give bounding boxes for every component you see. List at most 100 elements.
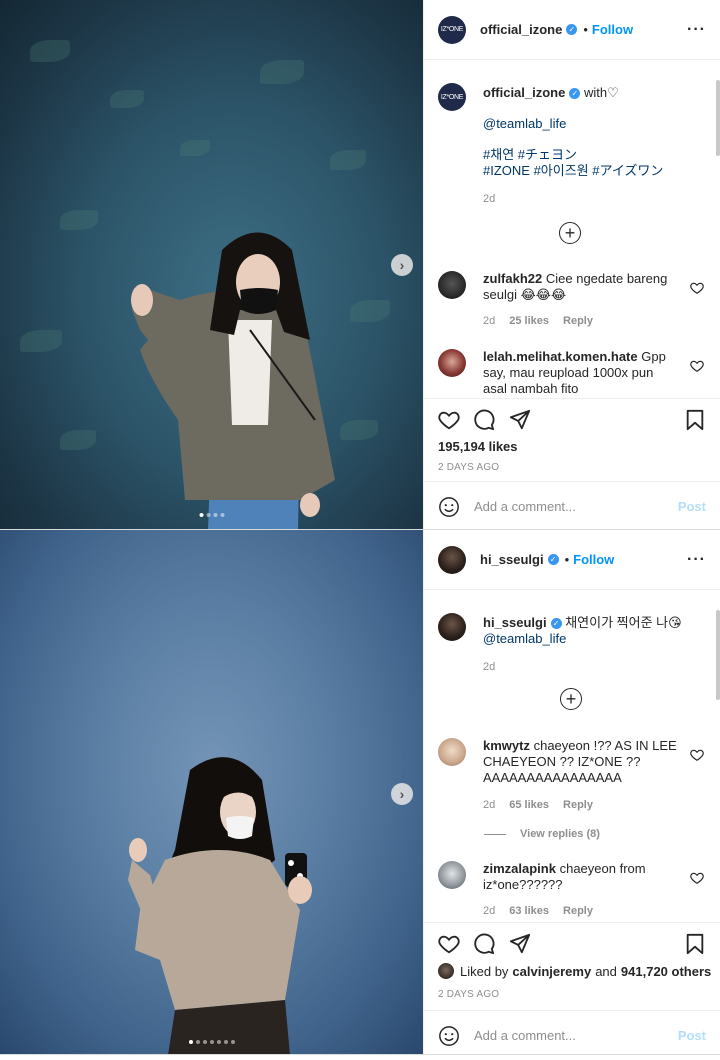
follow-button[interactable]: Follow <box>573 552 614 567</box>
separator-dot: • <box>583 22 588 37</box>
comments-list[interactable]: IZ*ONE official_izone ✓ with♡ @teamlab_li… <box>424 61 720 398</box>
heart-icon[interactable] <box>438 933 460 955</box>
add-comment-bar: Add a comment... Post <box>424 1010 720 1060</box>
comment-text: zimzalapink chaeyeon from iz*one?????? 2… <box>483 861 678 919</box>
avatar[interactable] <box>438 963 454 979</box>
plus-circle-icon[interactable]: + <box>560 688 582 710</box>
reply-button[interactable]: Reply <box>563 799 593 811</box>
avatar-logo-text: IZ*ONE <box>440 26 464 33</box>
mention-link[interactable]: @teamlab_life <box>483 631 703 647</box>
post-comment-button[interactable]: Post <box>678 499 706 514</box>
caption-age[interactable]: 2d <box>483 661 495 673</box>
verified-icon: ✓ <box>569 88 581 99</box>
post-sidebar: hi_sseulgi ✓ • Follow ··· hi_sseulgi ✓ 채연… <box>423 530 720 1054</box>
hashtags-line[interactable]: #IZONE #아이즈원 #アイズワン <box>483 163 703 179</box>
post-photo[interactable]: › <box>0 530 423 1054</box>
caption-username[interactable]: official_izone <box>483 85 565 100</box>
comment-likes[interactable]: 65 likes <box>509 799 549 811</box>
carousel-dot <box>199 513 203 517</box>
next-photo-button[interactable]: › <box>391 254 413 276</box>
comment-age[interactable]: 2d <box>483 799 495 811</box>
heart-outline-icon: ♡ <box>607 85 619 100</box>
separator-dot: • <box>564 552 570 567</box>
post-actions: 195,194 likes 2 DAYS AGO <box>424 398 720 480</box>
hashtags-line[interactable]: #채연 #チェヨン <box>483 147 703 163</box>
caption-body: 채연이가 찍어준 나😘 <box>565 615 682 630</box>
post-date[interactable]: 2 DAYS AGO <box>438 462 499 473</box>
avatar[interactable] <box>438 613 466 641</box>
post-sidebar: IZ*ONE official_izone ✓ • Follow ··· IZ*… <box>423 0 720 529</box>
more-icon[interactable]: ··· <box>687 21 706 39</box>
carousel-dots <box>188 1040 235 1044</box>
heart-icon[interactable] <box>690 748 704 762</box>
comment-username[interactable]: kmwytz <box>483 738 530 753</box>
liked-by-user[interactable]: calvinjeremy <box>512 964 591 979</box>
carousel-dot <box>195 1040 200 1044</box>
heart-icon[interactable] <box>690 281 704 295</box>
heart-icon[interactable] <box>438 409 460 431</box>
post-comment-button[interactable]: Post <box>678 1028 706 1043</box>
caption-text: official_izone ✓ with♡ @teamlab_life #채연 … <box>483 83 703 207</box>
avatar[interactable] <box>438 349 466 377</box>
caption-age[interactable]: 2d <box>483 193 495 205</box>
carousel-dot <box>216 1040 221 1044</box>
comment-likes[interactable]: 63 likes <box>509 905 549 917</box>
scrollbar[interactable] <box>716 80 720 156</box>
post-seulgi: › hi_sseulgi ✓ • Follow ··· hi_sseulgi ✓… <box>0 530 720 1055</box>
carousel-dot <box>213 513 217 517</box>
share-icon[interactable] <box>509 409 531 431</box>
heart-icon[interactable] <box>690 359 704 373</box>
username-link[interactable]: official_izone <box>480 22 562 37</box>
heart-icon[interactable] <box>690 871 704 885</box>
comment-username[interactable]: zimzalapink <box>483 861 556 876</box>
bookmark-icon[interactable] <box>684 409 706 431</box>
comment-age[interactable]: 2d <box>483 315 495 327</box>
caption-username[interactable]: hi_sseulgi <box>483 615 547 630</box>
avatar[interactable] <box>438 738 466 766</box>
carousel-dot <box>220 513 224 517</box>
comments-list[interactable]: hi_sseulgi ✓ 채연이가 찍어준 나😘 @teamlab_life 2d… <box>424 591 720 921</box>
carousel-dot <box>230 1040 235 1044</box>
avatar[interactable]: IZ*ONE <box>438 15 466 44</box>
comment-username[interactable]: lelah.melihat.komen.hate <box>483 349 638 364</box>
chevron-right-icon: › <box>399 786 405 802</box>
share-icon[interactable] <box>509 933 531 955</box>
next-photo-button[interactable]: › <box>391 783 413 805</box>
liked-by-and: and <box>595 963 617 979</box>
avatar[interactable] <box>438 861 466 889</box>
likes-count[interactable]: 195,194 likes <box>438 439 518 454</box>
comment-input[interactable]: Add a comment... <box>474 1028 678 1043</box>
post-header: hi_sseulgi ✓ • Follow ··· <box>424 530 720 590</box>
mention-link[interactable]: @teamlab_life <box>483 116 703 132</box>
reply-button[interactable]: Reply <box>563 905 593 917</box>
bookmark-icon[interactable] <box>684 933 706 955</box>
username-link[interactable]: hi_sseulgi <box>480 552 544 567</box>
view-replies-button[interactable]: View replies (8) <box>484 828 600 840</box>
comment-item: lelah.melihat.komen.hate Gpp say, mau re… <box>438 349 706 397</box>
caption-text: hi_sseulgi ✓ 채연이가 찍어준 나😘 @teamlab_life 2d <box>483 613 703 675</box>
chevron-right-icon: › <box>399 257 405 273</box>
comment-text: zulfakh22 Ciee ngedate bareng seulgi 😂😂😂… <box>483 271 678 329</box>
comment-username[interactable]: zulfakh22 <box>483 271 542 286</box>
comment-likes[interactable]: 25 likes <box>509 315 549 327</box>
smile-icon[interactable] <box>438 1025 460 1047</box>
smile-icon[interactable] <box>438 496 460 518</box>
post-photo[interactable]: › <box>0 0 423 529</box>
avatar[interactable] <box>438 545 466 574</box>
comment-age[interactable]: 2d <box>483 905 495 917</box>
avatar[interactable] <box>438 271 466 299</box>
carousel-dot <box>209 1040 214 1044</box>
action-icons <box>438 933 706 957</box>
more-icon[interactable]: ··· <box>687 551 706 569</box>
avatar[interactable]: IZ*ONE <box>438 83 466 111</box>
plus-circle-icon[interactable]: + <box>559 222 581 244</box>
liked-by-others[interactable]: 941,720 others <box>621 964 711 979</box>
comment-icon[interactable] <box>473 933 495 955</box>
reply-button[interactable]: Reply <box>563 315 593 327</box>
scrollbar[interactable] <box>716 610 720 700</box>
post-date[interactable]: 2 DAYS AGO <box>438 989 499 1000</box>
comment-icon[interactable] <box>473 409 495 431</box>
comment-input[interactable]: Add a comment... <box>474 499 678 514</box>
follow-button[interactable]: Follow <box>592 22 633 37</box>
carousel-dot <box>206 513 210 517</box>
